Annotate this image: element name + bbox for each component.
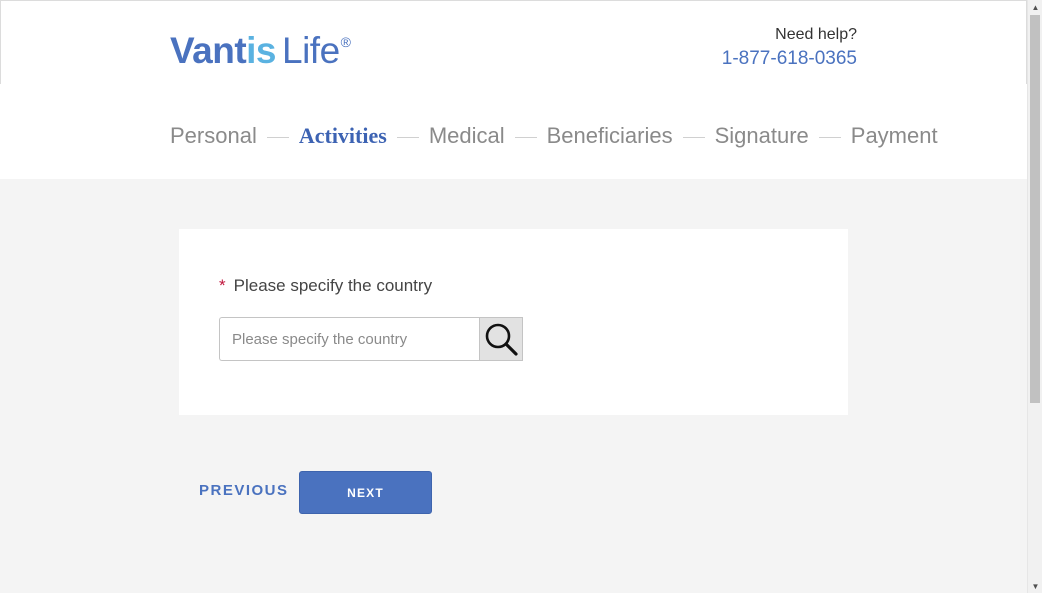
step-activities[interactable]: Activities	[299, 122, 387, 150]
logo-registered-mark: ®	[340, 34, 351, 50]
step-separator	[682, 136, 705, 138]
step-personal[interactable]: Personal	[170, 122, 257, 150]
country-field-label: * Please specify the country	[219, 275, 432, 297]
logo-vant: Vant	[170, 30, 247, 71]
step-separator	[514, 136, 537, 138]
progress-steps: Personal Activities Medical Beneficiarie…	[170, 122, 938, 150]
header-border	[0, 0, 1027, 84]
previous-button[interactable]: PREVIOUS	[199, 482, 289, 500]
help-contact: Need help? 1-877-618-0365	[722, 25, 857, 71]
step-separator	[266, 136, 289, 138]
step-medical[interactable]: Medical	[429, 122, 505, 150]
country-question-card: * Please specify the country	[179, 229, 848, 415]
logo-is: is	[246, 30, 276, 71]
step-separator	[818, 136, 841, 138]
header: Vantis Life® Need help? 1-877-618-0365 Pe…	[0, 0, 1027, 179]
required-marker: *	[219, 276, 226, 295]
next-button[interactable]: NEXT	[299, 471, 432, 514]
step-beneficiaries[interactable]: Beneficiaries	[547, 122, 673, 150]
country-search-button[interactable]	[479, 317, 523, 361]
country-search-input[interactable]	[219, 317, 479, 361]
application-page: Vantis Life® Need help? 1-877-618-0365 Pe…	[0, 0, 1027, 593]
help-phone-link[interactable]: 1-877-618-0365	[722, 47, 857, 71]
step-separator	[396, 136, 419, 138]
country-label-text: Please specify the country	[233, 276, 433, 295]
country-search-group	[219, 317, 523, 361]
step-signature[interactable]: Signature	[715, 122, 809, 150]
help-label: Need help?	[775, 26, 857, 43]
scroll-down-arrow-icon[interactable]: ▼	[1028, 579, 1042, 593]
vantis-life-logo[interactable]: Vantis Life®	[170, 22, 351, 71]
search-icon	[485, 323, 518, 356]
step-payment[interactable]: Payment	[851, 122, 938, 150]
scrollbar-thumb[interactable]	[1030, 15, 1040, 403]
logo-life: Life	[282, 30, 340, 71]
vertical-scrollbar[interactable]: ▲ ▼	[1027, 0, 1042, 593]
scroll-up-arrow-icon[interactable]: ▲	[1028, 0, 1042, 14]
